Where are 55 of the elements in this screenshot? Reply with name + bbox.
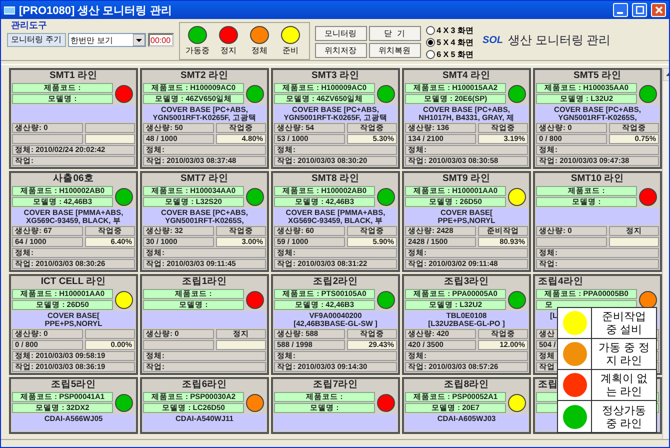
state-cell [85,123,135,133]
line-title: SMT9 라인 [442,173,492,185]
app-title: 생산 모니터링 관리 [508,32,611,49]
line-title: 조립6라인 [180,379,228,391]
line-title: SMT8 라인 [310,173,360,185]
status-label: 가동중 [186,45,210,56]
display-mode-radio[interactable]: 4 X 3 화면 [426,24,474,36]
line-title: 조립1라인 [180,276,228,288]
maximize-button[interactable] [632,3,647,17]
timer-field[interactable]: 00:00 [148,33,174,47]
toolbar-button[interactable]: 위치저장 [314,43,367,58]
toolbar-button[interactable]: 모니터링 [314,26,367,41]
status-label: 정체 [252,45,268,56]
legend-label: 계획이 없는 라인 [599,372,649,398]
dropdown-icon [132,34,145,46]
status-label: 정지 [220,45,237,56]
line-title: SMT3 라인 [310,70,360,82]
percent-cell [216,340,266,350]
line-title: SMT7 라인 [180,173,230,185]
line-title: 조립7라인 [312,379,360,391]
state-cell [85,329,135,339]
maximize-icon [636,6,644,14]
window-title: [PRO1080] 생산 모니터링 관리 [19,4,173,18]
cycle-button[interactable]: 모니터링 주기 [7,33,66,47]
line-title: 조립4라인 [537,276,584,288]
close-button[interactable] [651,3,666,17]
line-title: 조립5라인 [50,379,98,391]
line-title: 조립8라인 [442,379,490,391]
line-title: SMT1 라인 [48,70,98,82]
status-label: 준비 [282,45,299,56]
count-cell [143,340,214,350]
logo: SOL [482,35,504,46]
group-label: 관리도구 [11,19,47,32]
display-mode-radio[interactable]: 5 X 4 화면 [426,36,474,48]
percent-cell [85,134,135,144]
count-cell [536,237,607,247]
toolbar-button[interactable]: 닫 기 [368,26,421,41]
line-title: SMT5 라인 [572,70,622,82]
line-title: 조립 [537,379,559,391]
line-title: SMT4 라인 [442,70,492,82]
line-title: 조립2라인 [312,276,360,288]
display-mode-radio[interactable]: 6 X 5 화면 [426,48,474,60]
line-title: ICT CELL 라인 [40,276,108,288]
line-title: SMT10 라인 [570,173,626,185]
legend-label: 정상가동 중 라인 [601,404,647,430]
minimize-button[interactable] [613,3,628,17]
toolbar-button[interactable]: 위치복원 [368,43,421,58]
app-icon [4,6,15,14]
cycle-select[interactable]: 한번만 보기 [68,33,146,47]
line-title: 사출06호 [52,173,95,185]
line-title: 조립3라인 [442,276,490,288]
count-cell [12,134,83,144]
line-title: SMT2 라인 [180,70,230,82]
percent-cell [609,237,659,247]
close-icon [654,6,662,14]
